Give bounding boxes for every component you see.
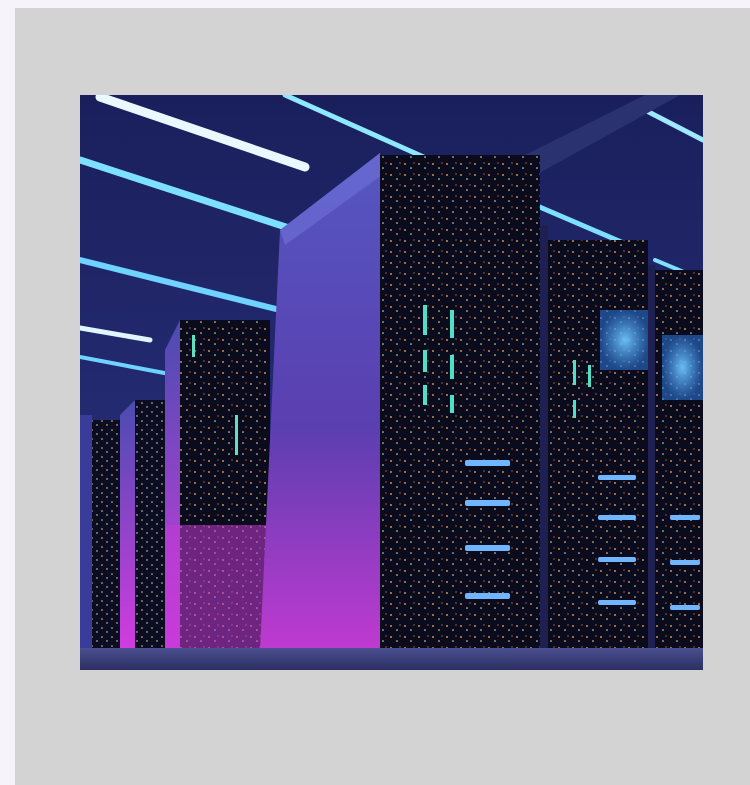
image-card bbox=[15, 8, 750, 785]
page-background bbox=[0, 0, 750, 785]
server-racks-photo bbox=[80, 95, 703, 670]
server-racks-illustration bbox=[80, 95, 703, 670]
